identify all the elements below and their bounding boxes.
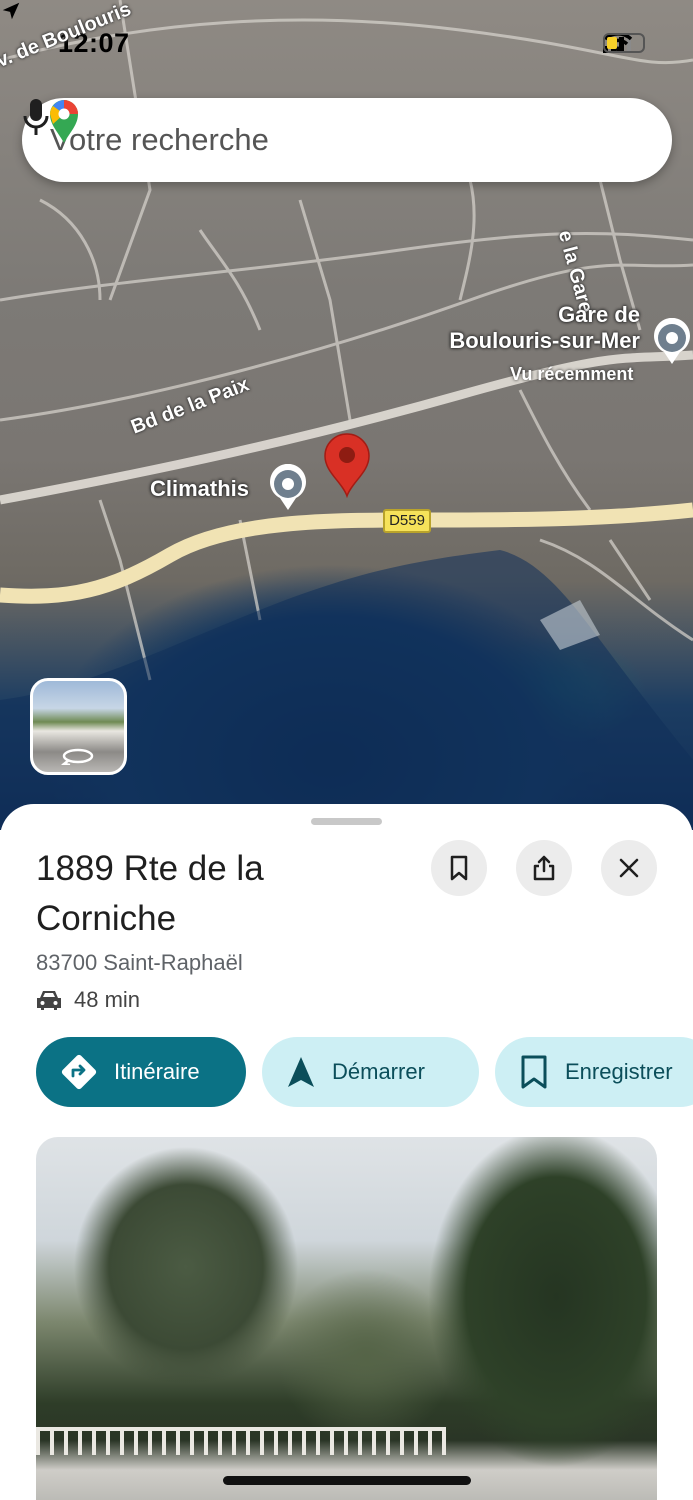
search-bar[interactable]: Votre recherche xyxy=(22,98,672,182)
search-input[interactable]: Votre recherche xyxy=(50,122,672,158)
navigation-arrow-icon xyxy=(288,1057,314,1087)
close-icon xyxy=(619,858,639,878)
home-indicator[interactable] xyxy=(223,1476,471,1485)
place-sheet[interactable]: 1889 Rte de la Corniche 83700 Saint-Raph… xyxy=(0,804,693,1500)
poi-gare-subtitle: Vu récemment xyxy=(510,364,634,384)
save-label: Enregistrer xyxy=(565,1059,673,1084)
place-address: 83700 Saint-Raphaël xyxy=(36,950,243,975)
start-label: Démarrer xyxy=(332,1059,425,1084)
route-shield-d559: D559 xyxy=(383,509,431,533)
poi-climathis-name[interactable]: Climathis xyxy=(150,476,249,502)
poi-gare-name-line2: Boulouris-sur-Mer xyxy=(449,328,640,353)
photo-fence xyxy=(36,1427,446,1455)
share-icon xyxy=(533,855,555,881)
close-button[interactable] xyxy=(601,840,657,896)
sheet-drag-handle[interactable] xyxy=(311,818,382,825)
directions-button[interactable]: Itinéraire xyxy=(36,1037,246,1107)
action-chips: Itinéraire Démarrer Enregistrer xyxy=(36,1037,693,1107)
google-maps-logo xyxy=(50,100,78,143)
poi-gare-pin-icon[interactable] xyxy=(650,318,693,366)
map-view[interactable]: 12:07 v. de Boulouris Bd de la Paix e la… xyxy=(0,0,693,830)
directions-icon xyxy=(61,1054,97,1090)
bookmark-icon xyxy=(450,855,468,881)
poi-climathis-pin-icon[interactable] xyxy=(266,464,310,512)
share-button[interactable] xyxy=(516,840,572,896)
selected-location-pin-icon[interactable] xyxy=(322,432,372,498)
street-view-thumbnail[interactable] xyxy=(30,678,127,775)
place-photo[interactable] xyxy=(36,1137,657,1500)
poi-gare-name-line1: Gare de xyxy=(558,302,640,327)
directions-label: Itinéraire xyxy=(114,1059,200,1084)
drive-time-value: 48 min xyxy=(74,987,141,1012)
status-icons xyxy=(603,33,645,53)
car-icon xyxy=(37,991,61,1010)
place-title: 1889 Rte de la Corniche xyxy=(36,849,264,938)
save-bookmark-icon xyxy=(521,1055,547,1089)
bookmark-button[interactable] xyxy=(431,840,487,896)
mic-icon[interactable] xyxy=(22,98,50,136)
start-button[interactable]: Démarrer xyxy=(262,1037,479,1107)
save-button[interactable]: Enregistrer xyxy=(495,1037,693,1107)
rotate-360-icon xyxy=(61,748,94,765)
drive-time: 48 min xyxy=(36,987,140,1013)
location-arrow-icon xyxy=(2,2,20,20)
battery-icon xyxy=(603,33,645,53)
poi-gare-name[interactable]: Gare de Boulouris-sur-Mer xyxy=(434,302,640,354)
